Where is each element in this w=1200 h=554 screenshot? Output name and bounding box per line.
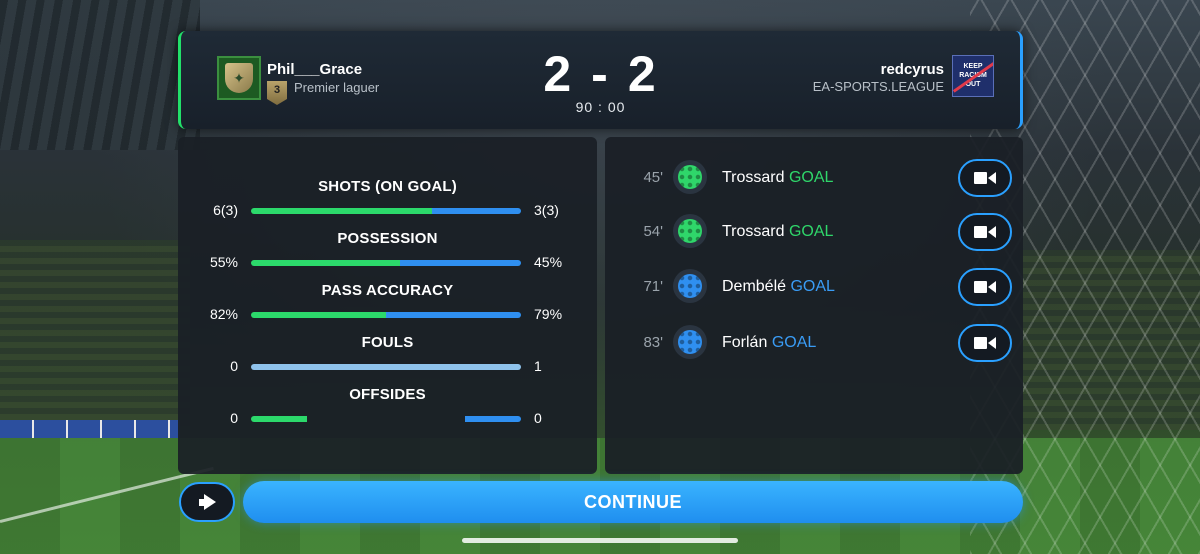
stat-home-value: 55% [209,254,238,270]
home-indicator [462,538,738,543]
stat-bar-home [251,312,386,318]
event-minute: 45' [643,169,663,186]
event-player: Trossard [722,169,785,186]
match-header: ✦ Phil___Grace 3 Premier laguer 2-2 90 :… [178,31,1023,129]
watch-highlight-button[interactable] [958,324,1012,362]
event-player: Trossard [722,223,785,240]
stat-bar-away [386,312,521,318]
stat-bar-split [251,416,521,422]
stat-label: PASS ACCURACY [321,282,454,299]
stadium-stand-left [0,240,190,430]
event-type: GOAL [788,169,834,186]
video-camera-icon [974,281,996,293]
stat-bar-away-stub [465,416,521,422]
event-player: Forlán [722,334,768,351]
event-description: Forlán GOAL [722,334,816,352]
watch-highlight-button[interactable] [958,213,1012,251]
stat-bar-gap [307,416,465,422]
continue-button[interactable]: CONTINUE [243,481,1023,523]
football-icon [673,325,707,359]
event-minute: 83' [643,334,663,351]
home-score: 2 [543,46,574,102]
stat-fouls: FOULS 0 1 [178,334,597,384]
advertising-boards [0,420,180,438]
video-camera-icon [974,337,996,349]
megaphone-icon [198,494,216,510]
stat-home-value: 0 [230,410,238,426]
event-description: Trossard GOAL [722,169,833,187]
stat-away-value: 1 [534,358,542,374]
stat-possession: POSSESSION 55% 45% [178,230,597,280]
stat-bar-away [431,208,521,214]
stat-home-value: 0 [230,358,238,374]
event-type: GOAL [788,223,834,240]
event-row: 71' Dembélé GOAL [605,267,1023,307]
score-separator: - [591,46,610,102]
stat-shots: SHOTS (ON GOAL) 6(3) 3(3) [178,178,597,228]
stat-bar-empty [251,364,521,370]
video-camera-icon [974,226,996,238]
stat-offsides: OFFSIDES 0 0 [178,386,597,436]
event-row: 83' Forlán GOAL [605,323,1023,363]
event-description: Trossard GOAL [722,223,833,241]
event-minute: 71' [643,278,663,295]
event-row: 54' Trossard GOAL [605,212,1023,252]
away-player-name: redcyrus [880,61,944,78]
stat-bar-home-stub [251,416,307,422]
event-minute: 54' [643,223,663,240]
stadium-roof [0,0,200,150]
stat-bar [251,260,521,266]
event-type: GOAL [790,278,835,295]
football-icon [673,160,707,194]
stat-away-value: 45% [534,254,563,270]
event-type: GOAL [771,334,817,351]
event-player: Dembélé [722,278,787,295]
stat-away-value: 0 [534,410,542,426]
event-description: Dembélé GOAL [722,278,835,296]
match-clock: 90 : 00 [575,99,626,115]
stat-label: POSSESSION [337,230,438,247]
stat-home-value: 82% [209,306,238,322]
report-button[interactable] [179,482,235,522]
stat-pass-accuracy: PASS ACCURACY 82% 79% [178,282,597,332]
stat-bar [251,208,521,214]
stat-away-value: 3(3) [534,202,559,218]
watch-highlight-button[interactable] [958,268,1012,306]
match-stats-panel: SHOTS (ON GOAL) 6(3) 3(3) POSSESSION 55%… [178,137,597,474]
stat-away-value: 79% [534,306,563,322]
stat-label: FOULS [361,334,414,351]
stat-home-value: 6(3) [213,202,238,218]
stat-label: SHOTS (ON GOAL) [318,178,457,195]
stat-bar-home [251,260,400,266]
watch-highlight-button[interactable] [958,159,1012,197]
stat-bar-home [251,208,432,214]
video-camera-icon [974,172,996,184]
away-score: 2 [627,46,658,102]
stat-bar-away [399,260,521,266]
football-icon [673,269,707,303]
event-row: 45' Trossard GOAL [605,158,1023,198]
stat-bar [251,312,521,318]
away-division: EA-SPORTS.LEAGUE [812,79,944,94]
stat-label: OFFSIDES [349,386,426,403]
away-club-crest: KEEP RACISM OUT [952,55,994,97]
match-events-panel: 45' Trossard GOAL 54' Trossard GOAL 71' … [605,137,1023,474]
football-icon [673,214,707,248]
